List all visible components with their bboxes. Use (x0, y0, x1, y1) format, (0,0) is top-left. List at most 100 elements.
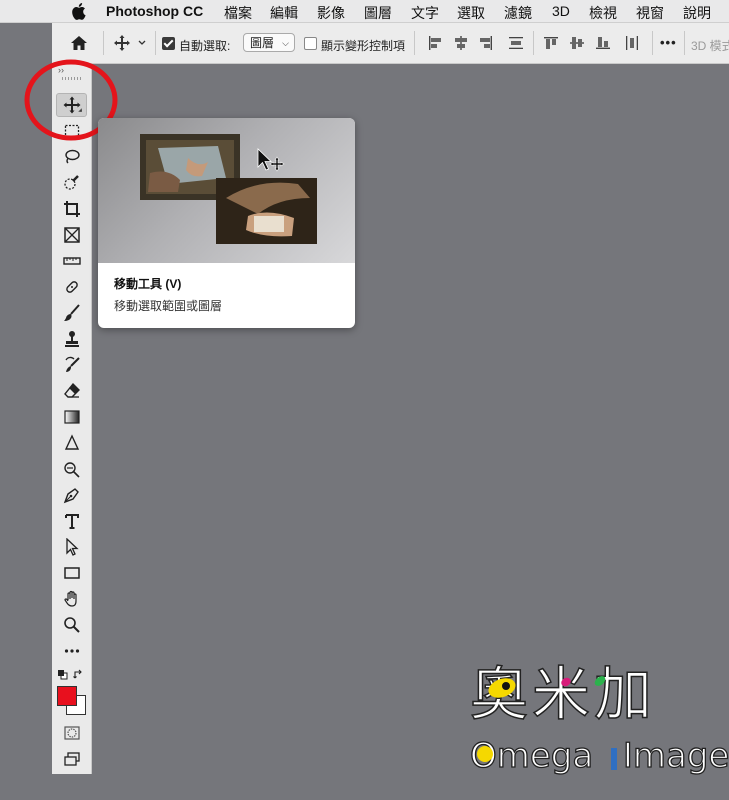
divider (652, 31, 653, 55)
foreground-color-swatch[interactable] (57, 686, 77, 706)
menu-help[interactable]: 說明 (683, 3, 711, 23)
hand-tool[interactable] (56, 587, 87, 611)
frame-icon (63, 227, 80, 243)
home-icon[interactable] (70, 35, 88, 51)
blur-tool[interactable] (56, 431, 87, 455)
chevron-down-icon[interactable] (138, 40, 146, 46)
show-transform-controls-label: 顯示變形控制項 (321, 39, 406, 53)
quick-selection-icon (63, 175, 79, 190)
eraser-tool[interactable] (56, 379, 87, 403)
screen-mode-icon (63, 752, 80, 766)
path-selection-icon (65, 538, 79, 556)
menu-3d[interactable]: 3D (552, 3, 570, 19)
history-brush-tool[interactable] (56, 353, 87, 377)
align-horizontal-center-icon[interactable] (453, 35, 469, 51)
menu-edit[interactable]: 編輯 (270, 3, 298, 23)
show-transform-controls-checkbox[interactable] (304, 37, 317, 50)
rectangle-icon (63, 567, 80, 579)
default-colors-icon[interactable] (57, 669, 68, 680)
chevron-down-icon: ⌵ (282, 38, 289, 48)
logo-dots-mark (561, 676, 606, 687)
divider (103, 31, 104, 55)
brush-tool[interactable] (56, 301, 87, 325)
screen-mode-button[interactable] (56, 747, 87, 771)
zoom-tool[interactable] (56, 613, 87, 637)
toolbox-panel: ›› (52, 64, 92, 774)
tooltip-preview-graphic (140, 134, 317, 244)
tooltip-preview-image (98, 118, 355, 263)
menu-select[interactable]: 選取 (457, 3, 485, 23)
logo-word-image: Image (622, 735, 729, 776)
history-brush-icon (64, 356, 80, 372)
pen-tool[interactable] (56, 483, 87, 507)
more-options-button[interactable]: ••• (660, 35, 677, 50)
tool-tooltip: 移動工具 (V) 移動選取範圍或圖層 (98, 118, 355, 328)
quick-mask-button[interactable] (56, 721, 87, 745)
watermark-logo: 奧米加 Omega Image (466, 661, 729, 780)
ruler-tool[interactable] (56, 249, 87, 273)
ruler-icon (62, 257, 81, 265)
align-bottom-icon[interactable] (595, 35, 611, 51)
type-icon (64, 514, 79, 529)
auto-select-target-value: 圖層 (250, 36, 275, 50)
align-vertical-center-icon[interactable] (569, 35, 585, 51)
crop-icon (63, 201, 80, 217)
more-icon (64, 649, 79, 653)
options-bar: 自動選取: 圖層 ⌵ 顯示變形控制項 ••• 3D 模式 (52, 23, 729, 64)
align-top-icon[interactable] (543, 35, 559, 51)
menu-file[interactable]: 檔案 (224, 3, 252, 23)
pen-icon (63, 488, 79, 504)
menu-bar: Photoshop CC 檔案 編輯 影像 圖層 文字 選取 濾鏡 3D 檢視 … (0, 0, 729, 23)
dodge-icon (63, 462, 80, 478)
divider (684, 31, 685, 55)
distribute-icon[interactable] (508, 35, 524, 51)
logo-latin-text: Omega Image (469, 734, 729, 778)
edit-toolbar-button[interactable] (56, 639, 87, 663)
menu-layer[interactable]: 圖層 (364, 3, 392, 23)
dodge-tool[interactable] (56, 457, 87, 481)
divider (533, 31, 534, 55)
align-left-icon[interactable] (427, 35, 443, 51)
tooltip-title: 移動工具 (V) (114, 277, 182, 291)
lasso-icon (64, 149, 80, 164)
zoom-icon (63, 617, 80, 633)
app-menu[interactable]: Photoshop CC (106, 3, 203, 19)
quick-selection-tool[interactable] (56, 171, 87, 195)
menu-image[interactable]: 影像 (317, 3, 345, 23)
type-tool[interactable] (56, 509, 87, 533)
gradient-icon (63, 410, 80, 424)
menu-window[interactable]: 視窗 (636, 3, 664, 23)
logo-i-blue-mark (611, 748, 617, 770)
blur-icon (64, 434, 79, 450)
logo-o-yellow-mark (477, 746, 493, 762)
align-right-icon[interactable] (478, 35, 494, 51)
divider (155, 31, 156, 55)
rectangle-tool[interactable] (56, 561, 87, 585)
tooltip-description: 移動選取範圍或圖層 (114, 299, 223, 313)
auto-select-label: 自動選取: (179, 39, 231, 53)
clone-stamp-tool[interactable] (56, 327, 87, 351)
3d-mode-label: 3D 模式 (691, 39, 729, 53)
hand-icon (63, 590, 77, 607)
auto-select-checkbox[interactable] (162, 37, 175, 50)
logo-eye-mark (488, 678, 516, 698)
menu-type[interactable]: 文字 (411, 3, 439, 23)
healing-brush-tool[interactable] (56, 275, 87, 299)
brush-icon (63, 304, 80, 321)
distribute-vertical-icon[interactable] (624, 35, 640, 51)
gradient-tool[interactable] (56, 405, 87, 429)
apple-icon[interactable] (72, 2, 88, 20)
lasso-tool[interactable] (56, 145, 87, 169)
path-selection-tool[interactable] (56, 535, 87, 559)
move-tool-preset-icon[interactable] (114, 35, 130, 51)
frame-tool[interactable] (56, 223, 87, 247)
menu-filter[interactable]: 濾鏡 (504, 3, 532, 23)
divider (414, 31, 415, 55)
auto-select-target-dropdown[interactable]: 圖層 ⌵ (243, 33, 295, 52)
quick-mask-icon (63, 726, 80, 740)
eraser-icon (63, 382, 80, 398)
crop-tool[interactable] (56, 197, 87, 221)
swap-colors-icon[interactable] (73, 669, 84, 680)
menu-view[interactable]: 檢視 (589, 3, 617, 23)
stamp-icon (64, 331, 79, 347)
